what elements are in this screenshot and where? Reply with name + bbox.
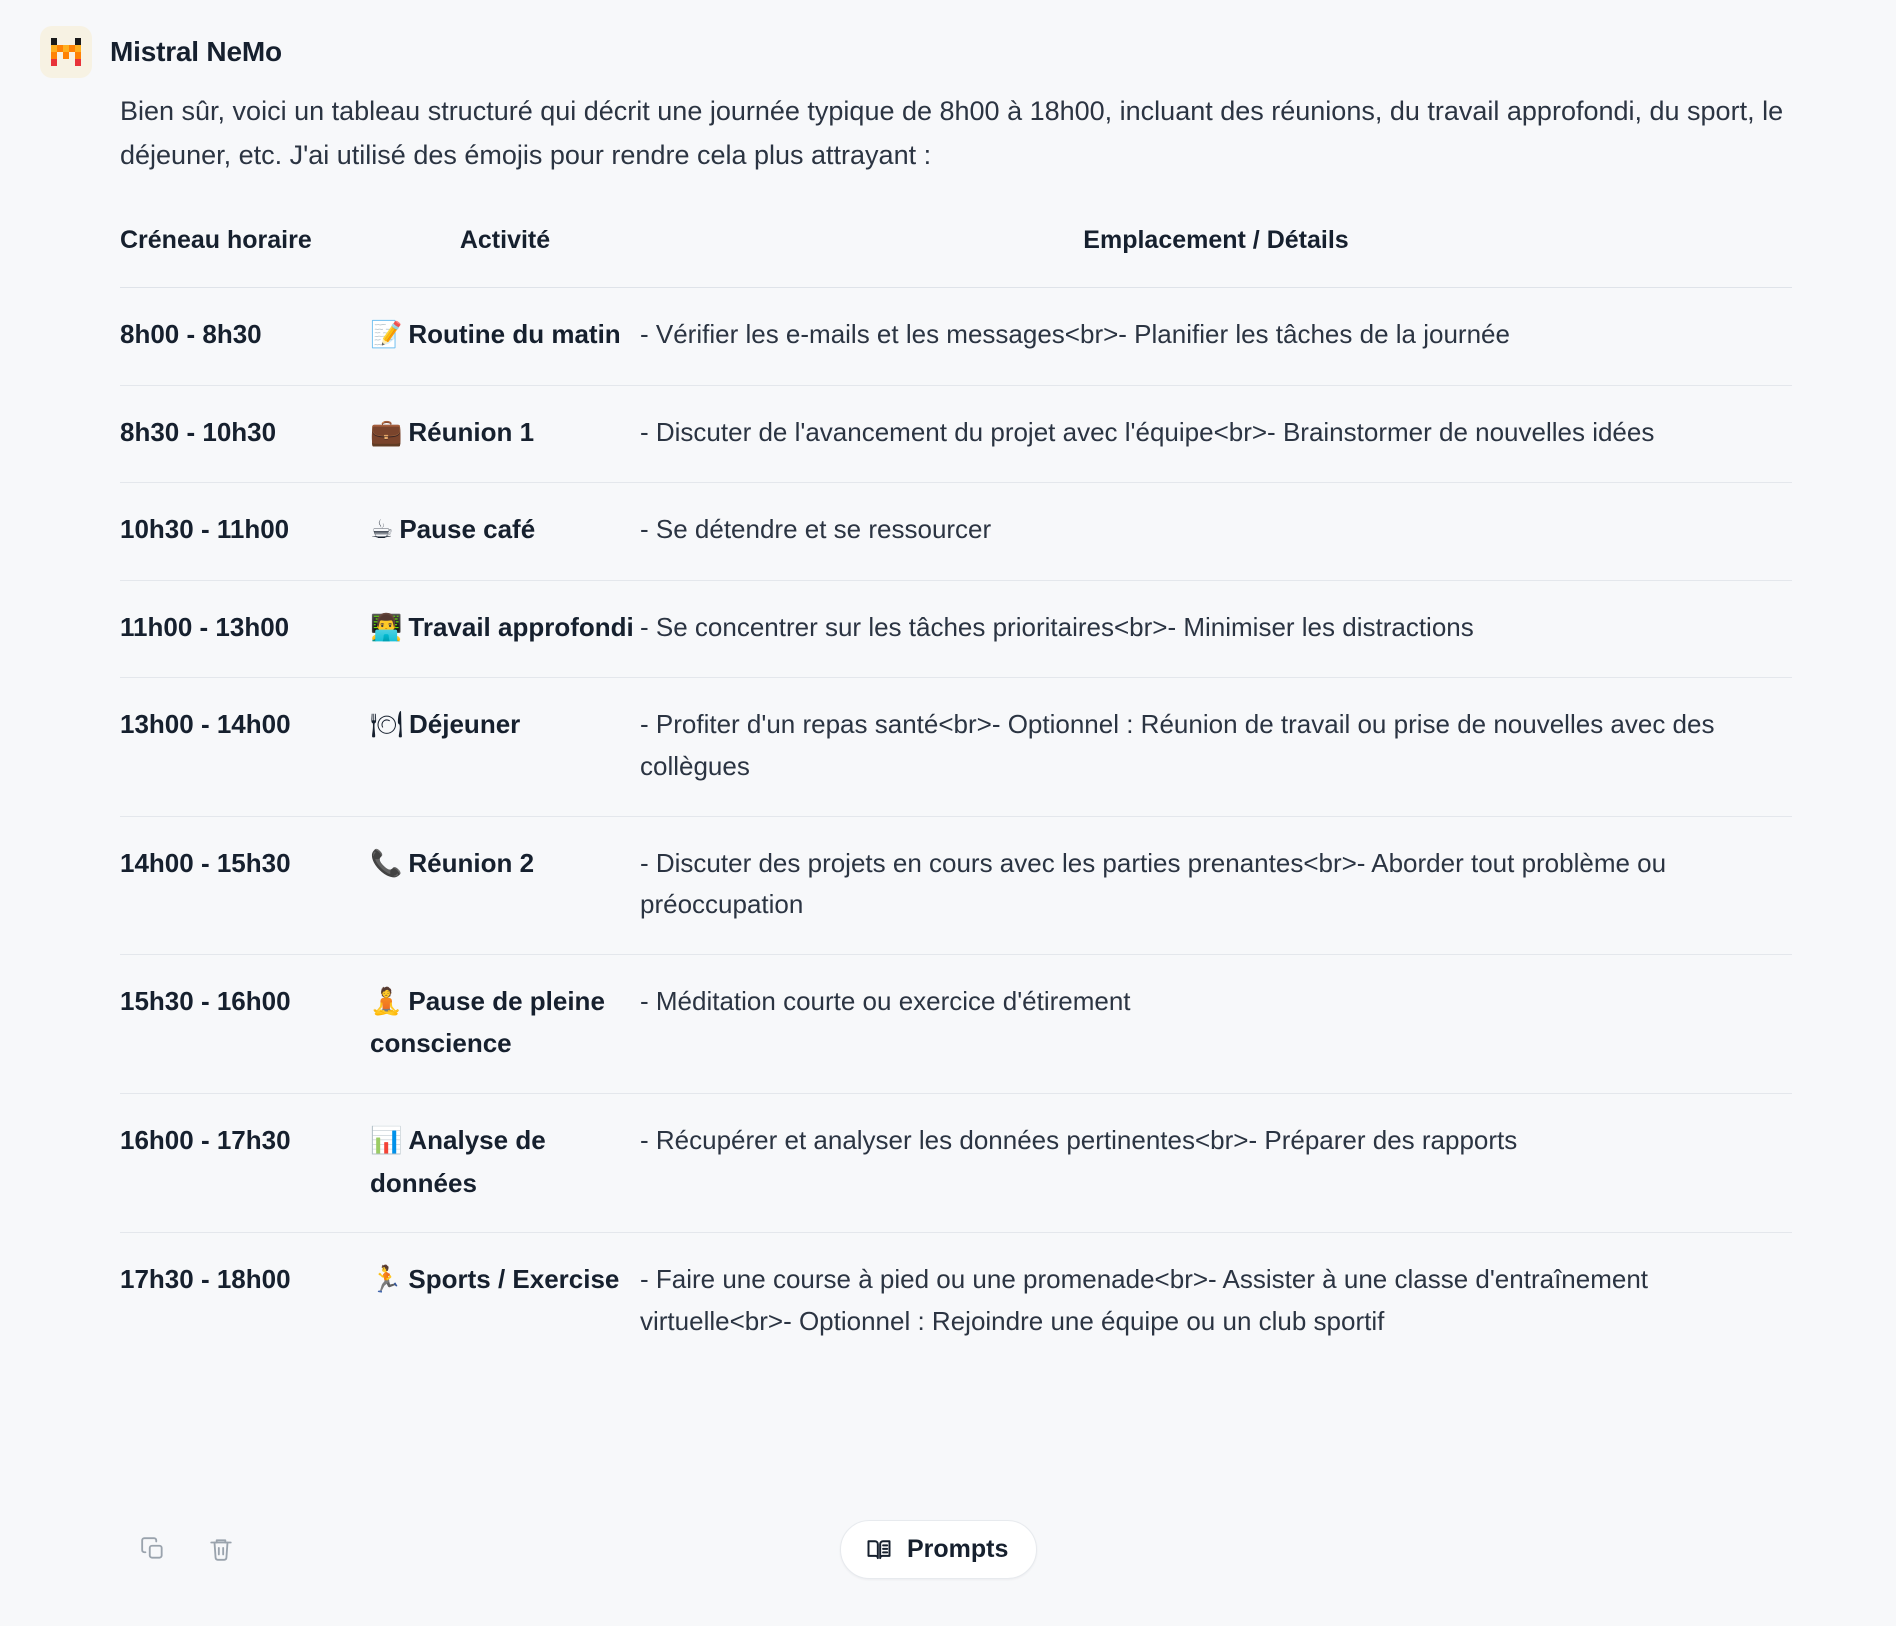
- mistral-logo-icon: [46, 32, 86, 72]
- activity-label: Déjeuner: [409, 709, 521, 740]
- cell-details: - Se détendre et se ressourcer: [640, 514, 992, 545]
- coffee-emoji: ☕: [370, 515, 394, 546]
- table-row: 13h00 - 14h00 🍽 Déjeuner - Profiter d'un re…: [120, 677, 1792, 816]
- cell-activity: 📊 Analyse de données: [370, 1093, 640, 1232]
- cell-time-slot: 8h00 - 8h30: [120, 318, 262, 349]
- cell-time-slot: 8h30 - 10h30: [120, 416, 277, 447]
- avatar: [40, 26, 92, 78]
- table-row: 15h30 - 16h00 🧘 Pause de pleine conscience…: [120, 954, 1792, 1093]
- activity-label: Travail approfondi: [408, 611, 634, 642]
- activity-label: Sports / Exercise: [408, 1264, 620, 1295]
- cell-activity: 🧘 Pause de pleine conscience: [370, 954, 640, 1093]
- cell-details: - Profiter d'un repas santé<br>- Optionn…: [640, 709, 1715, 781]
- runner-emoji: 🏃: [370, 1265, 403, 1296]
- cell-time-slot: 16h00 - 17h30: [120, 1124, 291, 1155]
- table-row: 14h00 - 15h30 📞 Réunion 2- Discuter des pr…: [120, 816, 1792, 954]
- cell-time-slot: 14h00 - 15h30: [120, 847, 291, 878]
- assistant-name: Mistral NeMo: [110, 36, 282, 67]
- activity-label: Pause café: [399, 514, 536, 545]
- table-header-row: Créneau horaire Activité Emplacement / D…: [120, 221, 1792, 287]
- prompts-button-label: Prompts: [907, 1535, 1009, 1563]
- telephone-receiver-emoji: 📞: [370, 848, 403, 879]
- bar-chart-emoji: 📊: [370, 1125, 403, 1156]
- assistant-header: Mistral NeMo: [0, 0, 1896, 78]
- column-header-time: Créneau horaire: [120, 226, 312, 255]
- table-row: 16h00 - 17h30 📊 Analyse de données - Récupé…: [120, 1093, 1792, 1232]
- schedule-table-wrapper: Créneau horaire Activité Emplacement / D…: [120, 221, 1792, 1370]
- cell-activity: 👨‍💻 Travail approfondi: [370, 580, 640, 678]
- cell-details: - Se concentrer sur les tâches prioritai…: [640, 611, 1474, 642]
- message-intro-text: Bien sûr, voici un tableau structuré qui…: [120, 96, 1784, 170]
- activity-label: Routine du matin: [408, 318, 621, 349]
- cell-details: - Récupérer et analyser les données pert…: [640, 1124, 1518, 1155]
- cell-activity: 🏃 Sports / Exercise: [370, 1233, 640, 1371]
- cell-time-slot: 13h00 - 14h00: [120, 709, 291, 740]
- cutlery-emoji: 🍽: [370, 710, 404, 741]
- meditation-emoji: 🧘: [370, 986, 403, 1017]
- table-row: 8h00 - 8h30 📝 Routine du matin - Vérifier l…: [120, 287, 1792, 385]
- table-header: Créneau horaire Activité Emplacement / D…: [120, 221, 1792, 287]
- table-row: 10h30 - 11h00 ☕ Pause café - Se détendre et…: [120, 482, 1792, 581]
- cell-details: - Faire une course à pied ou une promena…: [640, 1264, 1649, 1336]
- cell-details: - Discuter des projets en cours avec les…: [640, 847, 1667, 920]
- column-header-activity: Activité: [459, 226, 551, 255]
- cell-details: - Discuter de l'avancement du projet ave…: [640, 416, 1655, 447]
- activity-label: Pause de pleine conscience: [370, 985, 605, 1059]
- message-actions: [136, 1532, 238, 1566]
- message-footer: Prompts: [0, 1514, 1896, 1606]
- cell-time-slot: 15h30 - 16h00: [120, 985, 291, 1016]
- table-row: 11h00 - 13h00 👨‍💻 Travail approfondi - Se c…: [120, 580, 1792, 678]
- table-row: 8h30 - 10h30 💼 Réunion 1- Discuter de l'av…: [120, 385, 1792, 483]
- open-book-icon: [865, 1536, 893, 1564]
- table-body: 8h00 - 8h30 📝 Routine du matin - Vérifier l…: [120, 287, 1792, 1370]
- cell-activity: 📞 Réunion 2: [370, 816, 640, 954]
- trash-icon[interactable]: [204, 1532, 238, 1566]
- table-row: 17h30 - 18h00 🏃 Sports / Exercise - Faire u…: [120, 1232, 1792, 1371]
- cell-activity: 💼 Réunion 1: [370, 385, 640, 483]
- memo-emoji: 📝: [370, 319, 403, 350]
- cell-time-slot: 11h00 - 13h00: [120, 611, 290, 642]
- cell-details: - Méditation courte ou exercice d'étirem…: [640, 985, 1131, 1016]
- cell-activity: 🍽 Déjeuner: [370, 678, 640, 816]
- cell-activity: 📝 Routine du matin: [370, 287, 640, 385]
- activity-label: Réunion 1: [408, 416, 535, 447]
- column-header-details: Emplacement / Détails: [1083, 226, 1349, 255]
- activity-label: Réunion 2: [408, 847, 535, 878]
- cell-details: - Vérifier les e-mails et les messages<b…: [640, 318, 1510, 349]
- cell-time-slot: 10h30 - 11h00: [120, 514, 290, 545]
- technologist-emoji: 👨‍💻: [370, 612, 403, 643]
- prompts-button[interactable]: Prompts: [840, 1520, 1038, 1579]
- copy-icon[interactable]: [136, 1532, 170, 1566]
- chat-message-panel: Mistral NeMo Bien sûr, voici un tableau …: [0, 0, 1896, 1626]
- cell-time-slot: 17h30 - 18h00: [120, 1264, 291, 1295]
- schedule-table: Créneau horaire Activité Emplacement / D…: [120, 221, 1792, 1370]
- briefcase-emoji: 💼: [370, 417, 403, 448]
- cell-activity: ☕ Pause café: [370, 483, 640, 581]
